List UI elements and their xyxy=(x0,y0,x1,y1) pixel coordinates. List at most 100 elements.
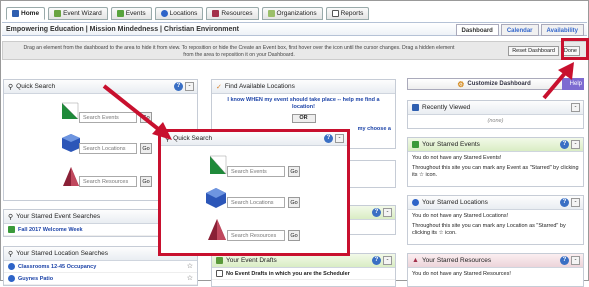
help-icon[interactable]: ? xyxy=(324,134,333,143)
arrow-to-done xyxy=(542,62,574,100)
arrow-to-popup xyxy=(102,84,172,140)
recently-viewed-empty: (none) xyxy=(487,118,504,124)
list-item[interactable]: Classrooms 12-45 Occupancy ☆ xyxy=(4,261,197,273)
gear-icon: ⚙ xyxy=(457,79,465,89)
go-button[interactable]: Go xyxy=(140,176,152,187)
minimize-icon[interactable]: - xyxy=(383,256,392,265)
locations-icon xyxy=(206,188,226,208)
drafts-empty-text: No Event Drafts in which you are the Sch… xyxy=(226,270,350,277)
minimize-icon[interactable]: - xyxy=(571,256,580,265)
panel-header[interactable]: ▲ Your Starred Resources ? - xyxy=(408,254,583,268)
star-icon: ☆ xyxy=(419,172,424,178)
icon-word: icon. xyxy=(445,230,457,236)
tab-events[interactable]: Events xyxy=(110,7,152,20)
starred-locations-panel: Your Starred Locations ? - You do not hav… xyxy=(407,195,584,245)
panel-title: Your Starred Events xyxy=(422,141,480,148)
search-resources-input[interactable]: Search Resources xyxy=(227,230,285,241)
search-events-row: Search Events Go xyxy=(227,166,300,177)
help-icon[interactable]: ? xyxy=(372,256,381,265)
saved-search-link[interactable]: Fall 2017 Welcome Week xyxy=(18,227,83,233)
panel-title: Your Starred Locations xyxy=(422,199,488,206)
empty-message: You do not have any Starred Locations! xyxy=(412,213,509,219)
tab-label: Home xyxy=(21,10,40,17)
search-locations-input[interactable]: Search Locations xyxy=(227,197,285,208)
go-button[interactable]: Go xyxy=(140,143,152,154)
help-icon[interactable]: ? xyxy=(560,198,569,207)
go-button[interactable]: Go xyxy=(288,197,300,208)
go-button[interactable]: Go xyxy=(288,230,300,241)
draft-icon xyxy=(216,257,223,264)
tab-label: Organizations xyxy=(276,10,317,17)
search-locations-row: Search Locations Go xyxy=(79,143,152,154)
recent-icon xyxy=(412,104,419,111)
help-icon[interactable]: ? xyxy=(560,256,569,265)
wizard-icon xyxy=(54,10,62,17)
minimize-icon[interactable]: - xyxy=(571,140,580,149)
instruction-bar: Drag an element from the dashboard to th… xyxy=(2,41,587,60)
magnifier-icon: ⚲ xyxy=(8,83,14,91)
event-icon xyxy=(412,141,419,148)
minimize-icon[interactable]: - xyxy=(383,208,392,217)
search-resources-input[interactable]: Search Resources xyxy=(79,176,137,187)
tab-label: Event Wizard xyxy=(63,10,102,17)
dragged-quick-search-panel[interactable]: ⚲ Quick Search ? - Search Events Go Searc… xyxy=(158,129,350,256)
location-icon xyxy=(412,199,419,206)
minimize-icon[interactable]: - xyxy=(571,198,580,207)
panel-header[interactable]: ✓ Find Available Locations xyxy=(212,80,395,94)
panel-header[interactable]: Your Starred Locations ? - xyxy=(408,196,583,210)
panel-title: Recently Viewed xyxy=(422,104,471,111)
search-resources-row: Search Resources Go xyxy=(227,230,300,241)
reports-icon xyxy=(331,10,339,17)
list-item[interactable]: Guynes Patio ☆ xyxy=(4,273,197,285)
resources-icon xyxy=(212,10,220,17)
tab-organizations[interactable]: Organizations xyxy=(261,7,323,20)
events-icon xyxy=(116,10,124,17)
reset-dashboard-button[interactable]: Reset Dashboard xyxy=(508,46,559,56)
search-locations-row: Search Locations Go xyxy=(227,197,300,208)
panel-header[interactable]: ⚲ Quick Search ? - xyxy=(161,132,347,146)
panel-body: You do not have any Starred Events! Thro… xyxy=(408,152,583,182)
minimize-icon[interactable]: - xyxy=(571,103,580,112)
tab-resources[interactable]: Resources xyxy=(206,7,259,20)
tab-calendar[interactable]: Calendar xyxy=(500,24,539,36)
go-button[interactable]: Go xyxy=(288,166,300,177)
empty-message: You do not have any Starred Events! xyxy=(412,155,502,161)
star-icon[interactable]: ☆ xyxy=(187,262,193,270)
home-icon xyxy=(12,10,19,17)
tab-availability[interactable]: Availability xyxy=(540,24,584,36)
tab-locations[interactable]: Locations xyxy=(154,7,204,20)
tab-home[interactable]: Home xyxy=(6,7,46,20)
tab-reports[interactable]: Reports xyxy=(325,7,370,20)
help-icon[interactable]: ? xyxy=(560,140,569,149)
panel-header[interactable]: Your Event Drafts ? - xyxy=(212,254,395,268)
search-locations-input[interactable]: Search Locations xyxy=(79,143,137,154)
panel-title: Your Starred Location Searches xyxy=(16,250,109,257)
done-highlight-box xyxy=(561,38,589,60)
or-divider: OR xyxy=(291,114,316,123)
minimize-icon[interactable]: - xyxy=(335,134,344,143)
locations-icon xyxy=(62,134,80,152)
panel-header[interactable]: Your Starred Events ? - xyxy=(408,138,583,152)
search-events-input[interactable]: Search Events xyxy=(227,166,285,177)
find-by-when-link[interactable]: I know WHEN my event should take place -… xyxy=(216,97,391,111)
panel-title: Find Available Locations xyxy=(224,83,295,90)
top-nav: Home Event Wizard Events Locations Resou… xyxy=(6,7,370,21)
panel-header[interactable]: Recently Viewed - xyxy=(408,101,583,115)
tab-dashboard[interactable]: Dashboard xyxy=(455,24,499,36)
minimize-icon[interactable]: - xyxy=(185,82,194,91)
saved-search-link[interactable]: Classrooms 12-45 Occupancy xyxy=(18,264,96,270)
organizations-icon xyxy=(267,10,275,17)
help-icon[interactable]: ? xyxy=(372,208,381,217)
magnifier-icon: ⚲ xyxy=(8,250,14,258)
magnifier-icon: ⚲ xyxy=(8,213,14,221)
event-icon xyxy=(8,226,15,233)
tab-event-wizard[interactable]: Event Wizard xyxy=(48,7,108,20)
empty-message: You do not have any Starred Resources! xyxy=(412,271,511,277)
location-icon xyxy=(8,263,15,270)
resources-icon xyxy=(63,167,79,186)
starred-events-panel: Your Starred Events ? - You do not have a… xyxy=(407,137,584,187)
events-icon xyxy=(61,102,79,120)
search-resources-row: Search Resources Go xyxy=(79,176,152,187)
recently-viewed-panel: Recently Viewed - (none) xyxy=(407,100,584,129)
list-item: No Event Drafts in which you are the Sch… xyxy=(212,268,395,280)
